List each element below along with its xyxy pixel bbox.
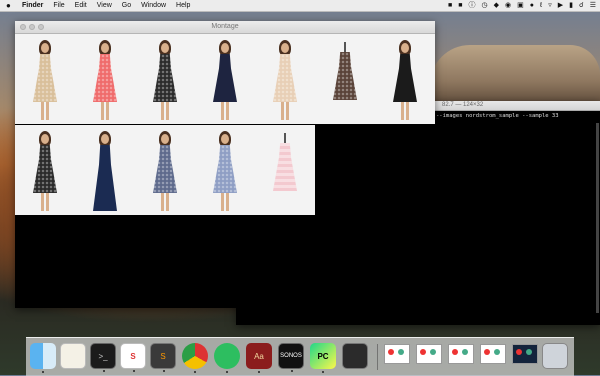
dress-shape xyxy=(273,143,297,191)
dress-shape xyxy=(93,145,117,211)
textedit-icon[interactable] xyxy=(60,343,86,369)
model-legs xyxy=(161,191,164,211)
evernote-icon[interactable] xyxy=(214,343,240,373)
model-legs xyxy=(41,100,44,120)
window-thumbnail-3[interactable] xyxy=(448,344,474,364)
sublime-icon[interactable]: S xyxy=(150,343,176,372)
search-icon[interactable]: ☌ xyxy=(579,0,584,11)
dress-shape xyxy=(393,54,417,102)
time-machine-icon[interactable]: ◷ xyxy=(482,0,488,11)
dropbox-icon[interactable]: ◆ xyxy=(494,0,499,11)
sonos-icon[interactable]: SONOS xyxy=(278,343,304,372)
wifi-icon[interactable]: ▿ xyxy=(548,0,552,11)
mannequin-neck xyxy=(344,42,346,52)
model-legs xyxy=(221,191,224,211)
menu-window[interactable]: Window xyxy=(141,0,166,11)
dress-shape xyxy=(153,145,177,193)
dress-photo-tile xyxy=(255,125,315,215)
dress-photo-tile xyxy=(375,34,435,124)
model-legs xyxy=(281,100,284,120)
chrome-icon[interactable] xyxy=(182,343,208,373)
dress-photo-tile xyxy=(135,125,195,215)
minimize-button[interactable] xyxy=(29,24,35,30)
dress-shape xyxy=(153,54,177,102)
dress-shape xyxy=(33,145,57,193)
dictionary-icon[interactable]: Aa xyxy=(246,343,272,373)
dress-shape xyxy=(213,145,237,193)
montage-title: Montage xyxy=(211,23,239,30)
finder-icon[interactable] xyxy=(30,343,56,373)
dress-shape xyxy=(213,54,237,102)
window-thumbnail-4[interactable] xyxy=(480,344,506,364)
status-icon-3[interactable]: ▣ xyxy=(517,0,524,11)
model-face xyxy=(41,134,49,144)
dress-shape xyxy=(333,52,357,100)
model-face xyxy=(221,43,229,53)
model-face xyxy=(401,43,409,53)
model-legs xyxy=(161,100,164,120)
montage-window[interactable]: Montage xyxy=(15,21,435,308)
close-button[interactable] xyxy=(20,24,26,30)
status-icon-2[interactable]: ■ xyxy=(458,0,462,11)
model-face xyxy=(161,134,169,144)
window-thumbnail-1[interactable] xyxy=(384,344,410,364)
window-controls xyxy=(20,24,44,30)
console-icon[interactable] xyxy=(342,343,368,369)
menu-go[interactable]: Go xyxy=(122,0,131,11)
dress-photo-tile xyxy=(315,34,375,124)
status-area: ■ ■ ⓘ ◷ ◆ ◉ ▣ ● ℓ ▿ ▶ ▮ ☌ ☰ xyxy=(448,0,596,11)
trash-icon[interactable] xyxy=(542,343,568,369)
menu-finder[interactable]: Finder xyxy=(22,0,43,11)
dress-photo-tile xyxy=(15,34,75,124)
menu-bar: ● Finder File Edit View Go Window Help ■… xyxy=(0,0,600,12)
pycharm-icon[interactable]: PC xyxy=(310,343,336,373)
dock: >_ S S Aa SONOS PC xyxy=(26,337,574,376)
dress-shape xyxy=(273,54,297,102)
terminal-command-line: --images nordstrom_sample --sample 33 xyxy=(436,113,559,119)
dress-photo-tile xyxy=(15,125,75,215)
dress-shape xyxy=(93,54,117,102)
wallpaper-cliff xyxy=(430,45,600,105)
info-icon[interactable]: ⓘ xyxy=(469,0,476,11)
volume-icon[interactable]: ▶ xyxy=(558,0,563,11)
model-legs xyxy=(221,100,224,120)
montage-titlebar[interactable]: Montage xyxy=(15,21,435,34)
dress-shape xyxy=(33,54,57,102)
model-legs xyxy=(401,100,404,120)
dress-photo-tile xyxy=(255,34,315,124)
menu-edit[interactable]: Edit xyxy=(75,0,87,11)
model-face xyxy=(101,43,109,53)
window-thumbnail-5[interactable] xyxy=(512,344,538,364)
dress-photo-tile xyxy=(75,34,135,124)
model-face xyxy=(41,43,49,53)
model-face xyxy=(161,43,169,53)
dress-photo-tile xyxy=(75,125,135,215)
battery-icon[interactable]: ▮ xyxy=(569,0,573,11)
model-legs xyxy=(101,100,104,120)
model-face xyxy=(281,43,289,53)
notifications-icon[interactable]: ☰ xyxy=(590,0,596,11)
bluetooth-icon[interactable]: ℓ xyxy=(540,0,542,11)
dress-photo-tile xyxy=(195,125,255,215)
model-face xyxy=(101,134,109,144)
menu-help[interactable]: Help xyxy=(176,0,190,11)
slack-icon[interactable]: S xyxy=(120,343,146,372)
dock-separator xyxy=(377,344,378,370)
mannequin-neck xyxy=(284,133,286,143)
menu-view[interactable]: View xyxy=(97,0,112,11)
menu-file[interactable]: File xyxy=(53,0,64,11)
dress-photo-tile xyxy=(135,34,195,124)
model-face xyxy=(221,134,229,144)
window-thumbnail-2[interactable] xyxy=(416,344,442,364)
terminal-scrollbar[interactable] xyxy=(596,123,599,313)
status-icon-4[interactable]: ● xyxy=(530,0,534,11)
model-legs xyxy=(41,191,44,211)
dress-photo-tile xyxy=(195,34,255,124)
evernote-icon[interactable]: ◉ xyxy=(505,0,511,11)
zoom-button[interactable] xyxy=(38,24,44,30)
apple-menu-icon[interactable]: ● xyxy=(6,0,16,11)
terminal-icon[interactable]: >_ xyxy=(90,343,116,372)
status-icon-1[interactable]: ■ xyxy=(448,0,452,11)
